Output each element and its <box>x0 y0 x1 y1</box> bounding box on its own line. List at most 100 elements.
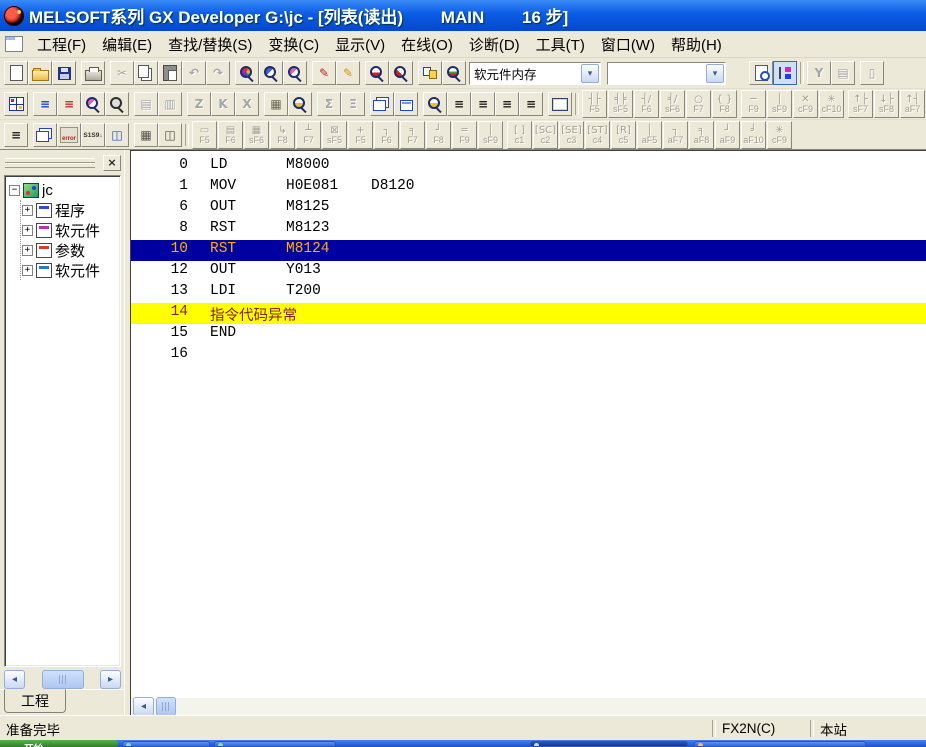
taskbar-task-4[interactable] <box>694 741 866 747</box>
menu-convert[interactable]: 变换(C) <box>260 32 327 57</box>
tree-expander-icon[interactable]: + <box>22 225 33 236</box>
list-row[interactable]: 10RSTM8124 <box>131 240 926 261</box>
scroll-left-button[interactable]: ◂ <box>133 697 154 716</box>
taskbar-task-1[interactable] <box>122 741 210 747</box>
monitor-condition-button[interactable] <box>288 92 312 116</box>
tree-expander-icon[interactable]: + <box>22 205 33 216</box>
find-string-button[interactable] <box>283 61 307 85</box>
ladder-write-button[interactable]: ✎ <box>336 61 360 85</box>
tree-item-device-comment[interactable]: +软元件 <box>21 220 120 240</box>
device-memory-combo[interactable]: 软元件内存▾ <box>469 62 601 85</box>
menu-project[interactable]: 工程(F) <box>29 32 94 57</box>
windows-taskbar: 开始 <box>0 740 926 747</box>
list-row[interactable]: 15END <box>131 324 926 345</box>
copy-button[interactable] <box>134 61 158 85</box>
tree-item-device-comment-icon <box>36 223 52 238</box>
window-jump-button[interactable] <box>370 92 394 116</box>
scroll-thumb[interactable] <box>42 670 84 689</box>
taskbar-task-2[interactable] <box>214 741 336 747</box>
print-button[interactable] <box>81 61 105 85</box>
scroll-right-button[interactable]: ▸ <box>100 670 121 689</box>
mnemonic: OUT <box>210 262 236 278</box>
project-data-list-toggle-button[interactable] <box>773 61 797 85</box>
menu-tools[interactable]: 工具(T) <box>528 32 593 57</box>
project-tree-panel: × −jc+程序+软元件+参数+软元件 ◂▸ 工程 <box>0 150 124 716</box>
tree-root-jc[interactable]: −jc <box>8 180 120 200</box>
device-batch-monitor-button[interactable]: ≡ <box>495 92 519 116</box>
project-icon <box>23 183 39 198</box>
tree-item-label: 程序 <box>55 200 85 221</box>
tree-item-parameter[interactable]: +参数 <box>21 240 120 260</box>
device-search-button[interactable] <box>81 92 105 116</box>
save-project-button[interactable] <box>52 61 76 85</box>
menu-window[interactable]: 窗口(W) <box>593 32 663 57</box>
menu-edit[interactable]: 编辑(E) <box>94 32 160 57</box>
tree-item-program[interactable]: + 程序 <box>21 200 120 220</box>
list-row[interactable]: 1MOVH0E081D8120 <box>131 177 926 198</box>
line-delete-icon: K <box>214 96 232 113</box>
scroll-thumb[interactable] <box>156 697 176 716</box>
menu-view[interactable]: 显示(V) <box>327 32 393 57</box>
test-grid-button[interactable]: ▦ <box>134 123 158 147</box>
monitor-stop-button[interactable]: ≡ <box>471 92 495 116</box>
sym-open-contact-button: ┤├F5 <box>582 90 607 118</box>
ladder-view-button[interactable] <box>4 92 28 116</box>
list-row[interactable]: 13LDIT200 <box>131 282 926 303</box>
chevron-down-icon[interactable]: ▾ <box>706 64 724 83</box>
child-window-icon[interactable] <box>5 36 23 52</box>
new-project-button[interactable] <box>4 61 28 85</box>
list-row[interactable]: 0LDM8000 <box>131 156 926 177</box>
menu-help[interactable]: 帮助(H) <box>663 32 730 57</box>
step-range-button[interactable]: S1S9↓ <box>81 123 105 147</box>
list-horizontal-scrollbar[interactable]: ◂ <box>131 698 926 715</box>
window-jump-icon <box>373 100 386 111</box>
chevron-down-icon[interactable]: ▾ <box>581 64 599 83</box>
tree-horizontal-scrollbar[interactable]: ◂▸ <box>4 669 121 689</box>
transfer-setup-button[interactable] <box>418 61 442 85</box>
open-project-button[interactable] <box>28 61 52 85</box>
program-check-button[interactable]: error <box>57 123 81 147</box>
menu-find-replace[interactable]: 查找/替换(S) <box>160 32 260 57</box>
tree-expander-icon[interactable]: − <box>9 185 20 196</box>
monitor-grid-button[interactable]: ▦ <box>264 92 288 116</box>
window-copy-button[interactable] <box>33 123 57 147</box>
close-icon[interactable]: × <box>103 155 121 171</box>
list-row[interactable]: 14指令代码异常 <box>131 303 926 324</box>
monitor-screen-button[interactable] <box>548 92 572 116</box>
find-device-button[interactable] <box>235 61 259 85</box>
entry-data-monitor-button[interactable]: ≡ <box>519 92 543 116</box>
tree-expander-icon[interactable]: + <box>22 265 33 276</box>
monitor-start-button[interactable]: ≡ <box>447 92 471 116</box>
ladder-insert-button[interactable]: ✎ <box>312 61 336 85</box>
list-view-button[interactable]: ≡ <box>33 92 57 116</box>
frame-vline2-button: │aF5 <box>637 121 662 149</box>
taskbar-task-3[interactable] <box>530 741 688 747</box>
menu-diagnostics[interactable]: 诊断(D) <box>461 32 528 57</box>
tab-project[interactable]: 工程 <box>4 689 66 713</box>
menu-online[interactable]: 在线(O) <box>393 32 461 57</box>
verify-with-plc-button[interactable] <box>442 61 466 85</box>
start-button[interactable]: 开始 <box>0 740 118 747</box>
sym-pulse-up-button: ↑├sF7 <box>848 90 873 118</box>
find-replace-device-button[interactable] <box>259 61 283 85</box>
list-view-icon: ≡ <box>36 96 54 113</box>
step-run-button[interactable]: ≡ <box>4 123 28 147</box>
list-row[interactable]: 16 <box>131 345 926 366</box>
comment-search-button[interactable] <box>749 61 773 85</box>
list-row[interactable]: 8RSTM8123 <box>131 219 926 240</box>
edit-target-combo[interactable]: ▾ <box>607 62 726 85</box>
client-area: × −jc+程序+软元件+参数+软元件 ◂▸ 工程 0LDM80001MOVH0… <box>0 149 926 716</box>
tree-item-device-memory[interactable]: +软元件 <box>21 260 120 280</box>
remote-operation-button[interactable] <box>423 92 447 116</box>
list-edit-button[interactable]: ≡ <box>57 92 81 116</box>
zoom-write-button[interactable] <box>389 61 413 85</box>
list-row[interactable]: 6OUTM8125 <box>131 198 926 219</box>
partial-run-button[interactable]: ◫ <box>105 123 129 147</box>
skip-run-button[interactable]: ◫ <box>158 123 182 147</box>
tree-expander-icon[interactable]: + <box>22 245 33 256</box>
panel-grip[interactable] <box>5 158 95 168</box>
list-row[interactable]: 12OUTY013 <box>131 261 926 282</box>
window-new-button[interactable] <box>394 92 418 116</box>
zoom-read-button[interactable] <box>365 61 389 85</box>
scroll-left-button[interactable]: ◂ <box>4 670 25 689</box>
